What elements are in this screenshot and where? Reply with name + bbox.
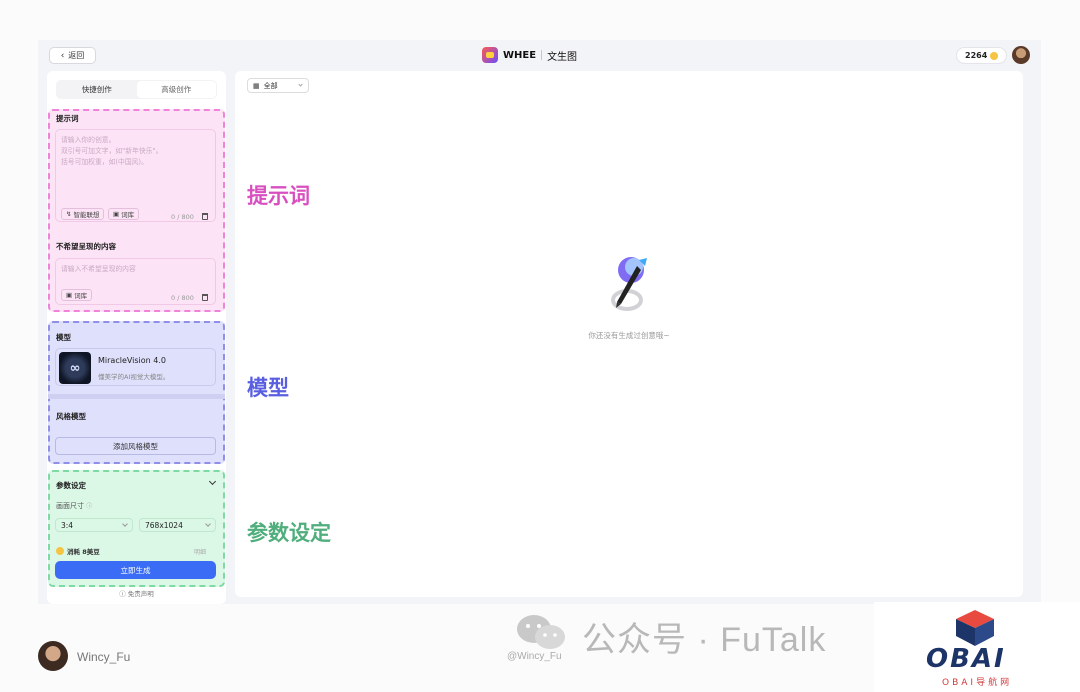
resolution-select[interactable]: 768x1024 <box>139 518 216 532</box>
chevron-down-icon <box>205 521 211 527</box>
tab-advanced-create[interactable]: 高级创作 <box>136 81 216 98</box>
back-label: 返回 <box>68 51 85 60</box>
trash-icon[interactable] <box>202 213 208 220</box>
cost-detail-link[interactable]: 明细 <box>194 547 206 556</box>
model-name: MiracleVision 4.0 <box>98 356 166 365</box>
chevron-down-icon <box>122 521 128 527</box>
credits-badge[interactable]: 2264 <box>956 47 1008 64</box>
author-handle: @Wincy_Fu <box>507 651 562 662</box>
info-icon: ⓘ <box>86 503 93 510</box>
user-avatar[interactable] <box>1012 46 1030 64</box>
params-title: 参数设定 <box>56 481 86 490</box>
author-name: Wincy_Fu <box>77 650 131 664</box>
coin-icon <box>990 51 999 60</box>
info-icon: ⓘ <box>119 590 126 598</box>
trash-icon[interactable] <box>202 294 208 301</box>
cube-logo-icon <box>956 610 994 646</box>
disclaimer-link[interactable]: ⓘ 免责声明 <box>47 588 226 598</box>
wechat-icon <box>517 615 565 649</box>
book-icon: ▣ <box>66 291 73 299</box>
smart-suggest-label: 智能联想 <box>73 211 100 219</box>
app-window: ‹ 返回 WHEE 文生图 2264 快捷创作 高级创作 提示词 请输入你的创意… <box>38 40 1041 604</box>
top-bar: ‹ 返回 WHEE 文生图 2264 <box>38 40 1041 70</box>
annotation-params: 参数设定 <box>247 521 331 545</box>
disclaimer-text: 免责声明 <box>127 590 154 598</box>
add-style-button[interactable]: 添加风格模型 <box>55 437 216 455</box>
results-canvas: ▦ 全部 你还没有生成过创意哦~ <box>235 71 1023 597</box>
obai-subtitle: OBAI导航网 <box>942 678 1013 688</box>
section-divider <box>48 394 225 399</box>
ratio-select[interactable]: 3:4 <box>55 518 133 532</box>
negative-title: 不希望呈现的内容 <box>56 242 116 251</box>
empty-state-text: 你还没有生成过创意哦~ <box>588 331 670 340</box>
obai-logo: OBAI OBAI导航网 <box>874 602 1080 692</box>
style-title: 风格模型 <box>56 412 86 421</box>
cost-info: 消耗 8美豆 <box>56 546 100 556</box>
size-label: 画面尺寸 ⓘ <box>56 501 92 511</box>
negative-placeholder: 请输入不希望呈现的内容 <box>61 265 136 273</box>
brush-icon <box>611 257 647 311</box>
prompt-placeholder-line: 双引号可加文字，如"新年快乐"。 <box>61 147 163 155</box>
whee-logo-icon <box>482 47 498 63</box>
tab-quick-create[interactable]: 快捷创作 <box>57 81 137 98</box>
negative-lexicon-label: 词库 <box>74 292 88 300</box>
smart-suggest-chip[interactable]: ↯ 智能联想 <box>61 208 105 220</box>
negative-counter: 0 / 800 <box>171 294 194 302</box>
mode-tabs: 快捷创作 高级创作 <box>56 80 217 99</box>
prompt-placeholder-line: 括号可加权重，如(中国风)。 <box>61 158 148 166</box>
generate-button[interactable]: 立即生成 <box>55 561 216 579</box>
brand: WHEE 文生图 <box>482 47 577 63</box>
credits-count: 2264 <box>965 51 988 60</box>
link-icon: ↯ <box>66 210 72 218</box>
grid-icon: ▦ <box>253 81 260 90</box>
lexicon-label: 词库 <box>121 211 135 219</box>
prompt-counter: 0 / 800 <box>171 213 194 221</box>
model-desc: 懂美学的AI视觉大模型。 <box>98 373 170 381</box>
chevron-left-icon: ‹ <box>60 50 65 61</box>
annotation-prompt: 提示词 <box>247 184 310 208</box>
model-card[interactable]: ∞ MiracleVision 4.0 懂美学的AI视觉大模型。 <box>55 348 216 386</box>
back-button[interactable]: ‹ 返回 <box>49 47 96 64</box>
size-label-text: 画面尺寸 <box>56 502 84 510</box>
obai-wordmark: OBAI <box>926 644 1006 674</box>
author-avatar <box>38 641 68 671</box>
resolution-value: 768x1024 <box>145 520 183 530</box>
prompt-title: 提示词 <box>56 114 79 123</box>
lexicon-chip[interactable]: ▣ 词库 <box>108 208 140 220</box>
brand-name: WHEE <box>503 49 537 61</box>
model-title: 模型 <box>56 333 71 342</box>
wechat-account-text: 公众号 · FuTalk <box>582 621 827 659</box>
book-icon: ▣ <box>113 210 120 218</box>
chevron-down-icon <box>298 82 303 87</box>
filter-label: 全部 <box>263 81 278 90</box>
page-title: 文生图 <box>547 51 578 63</box>
ratio-value: 3:4 <box>61 520 74 530</box>
annotation-model: 模型 <box>247 376 289 400</box>
left-panel: 快捷创作 高级创作 提示词 请输入你的创意。 双引号可加文字，如"新年快乐"。 … <box>47 71 226 604</box>
filter-dropdown[interactable]: ▦ 全部 <box>247 78 309 93</box>
prompt-placeholder-line: 请输入你的创意。 <box>61 136 116 144</box>
model-thumbnail: ∞ <box>59 352 91 384</box>
cost-text: 消耗 8美豆 <box>67 548 100 556</box>
negative-lexicon-chip[interactable]: ▣ 词库 <box>61 289 93 301</box>
coin-icon <box>56 547 64 555</box>
brand-divider <box>541 50 543 60</box>
